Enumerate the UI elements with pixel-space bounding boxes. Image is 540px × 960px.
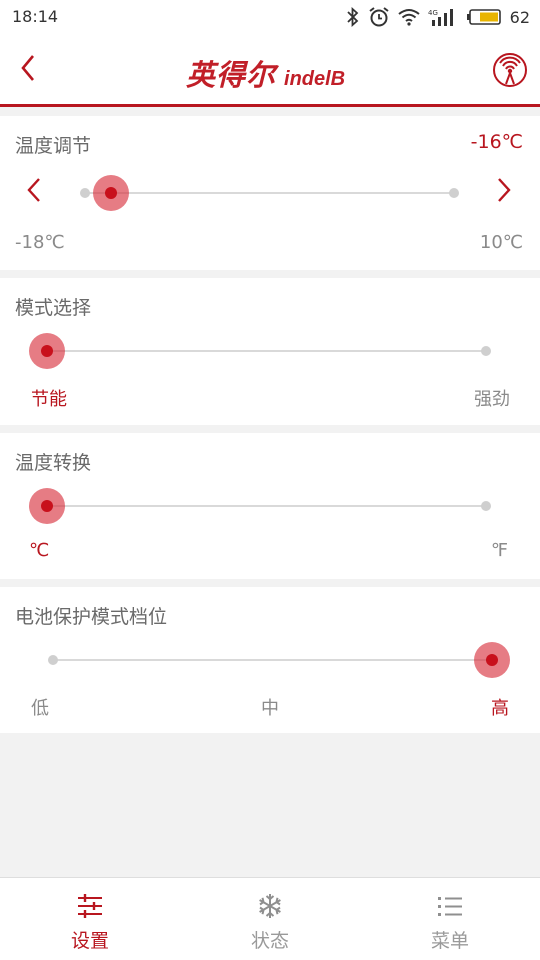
nav-label-menu: 菜单	[430, 930, 469, 952]
header-divider	[0, 104, 540, 107]
bluetooth-icon	[346, 7, 360, 27]
unit-option-fahrenheit[interactable]: ℉	[491, 540, 508, 561]
battery-level-low[interactable]: 低	[31, 694, 49, 720]
mode-slider-thumb[interactable]	[29, 333, 65, 369]
battery-level-medium[interactable]: 中	[261, 694, 279, 720]
status-bar: 18:14 4G 62	[0, 0, 540, 34]
battery-icon	[466, 8, 502, 26]
bottom-navigation: 设置 状态 菜单	[0, 877, 540, 960]
mode-slider-track[interactable]	[47, 350, 487, 352]
nav-tab-status[interactable]: 状态	[180, 878, 360, 960]
temperature-increase-button[interactable]	[488, 172, 520, 212]
temperature-min-label: -18℃	[15, 232, 65, 253]
temperature-title: 温度调节	[15, 135, 92, 157]
temperature-slider-thumb[interactable]	[93, 175, 130, 211]
mode-option-power[interactable]: 强劲	[474, 385, 510, 411]
snowflake-icon	[256, 892, 284, 920]
chevron-left-icon	[26, 176, 42, 208]
wifi-icon	[398, 8, 420, 26]
list-icon	[436, 892, 464, 920]
back-button[interactable]	[10, 50, 46, 90]
battery-level-high[interactable]: 高	[491, 694, 509, 720]
mode-option-eco[interactable]: 节能	[31, 385, 67, 411]
unit-option-celsius[interactable]: ℃	[29, 540, 49, 561]
connection-button[interactable]	[492, 52, 528, 88]
logo-english: indelB	[284, 68, 346, 90]
temperature-decrease-button[interactable]	[18, 172, 50, 212]
battery-protection-slider-track[interactable]	[52, 659, 492, 661]
temperature-slider-min-dot	[80, 188, 90, 198]
unit-slider-thumb[interactable]	[29, 488, 65, 524]
status-time: 18:14	[12, 7, 59, 26]
alarm-icon	[368, 6, 390, 28]
battery-protection-slider-thumb[interactable]	[474, 642, 510, 678]
cellular-signal-icon: 4G	[428, 7, 458, 27]
network-type-label: 4G	[428, 9, 438, 17]
unit-slider-end-dot	[481, 501, 491, 511]
back-arrow-icon	[18, 53, 38, 87]
temperature-slider-track[interactable]	[85, 192, 455, 194]
signal-broadcast-icon	[492, 53, 528, 92]
battery-protection-title: 电池保护模式档位	[15, 606, 168, 628]
temperature-max-label: 10℃	[479, 232, 523, 253]
nav-tab-settings[interactable]: 设置	[0, 878, 180, 960]
nav-tab-menu[interactable]: 菜单	[360, 878, 540, 960]
unit-slider-track[interactable]	[47, 505, 487, 507]
nav-label-settings: 设置	[70, 930, 109, 952]
brand-logo: 英得尔 indelB	[186, 52, 345, 94]
nav-label-status: 状态	[250, 930, 289, 952]
logo-chinese: 英得尔	[186, 58, 277, 92]
temperature-slider-max-dot	[449, 188, 459, 198]
temperature-card: 温度调节 -16℃ -18℃ 10℃	[0, 116, 540, 270]
battery-level: 62	[509, 7, 530, 27]
battery-protection-slider-start-dot	[48, 655, 58, 665]
unit-card: 温度转换 ℃ ℉	[0, 433, 540, 579]
temperature-value: -16℃	[470, 131, 523, 153]
app-header: 英得尔 indelB	[0, 34, 540, 104]
status-icons: 4G 62	[346, 5, 530, 29]
mode-slider-end-dot	[481, 346, 491, 356]
battery-protection-card: 电池保护模式档位 低 中 高	[0, 587, 540, 733]
mode-card: 模式选择 节能 强劲	[0, 278, 540, 425]
sliders-icon	[76, 892, 104, 920]
mode-title: 模式选择	[15, 297, 92, 319]
unit-title: 温度转换	[15, 452, 92, 474]
chevron-right-icon	[496, 176, 512, 208]
